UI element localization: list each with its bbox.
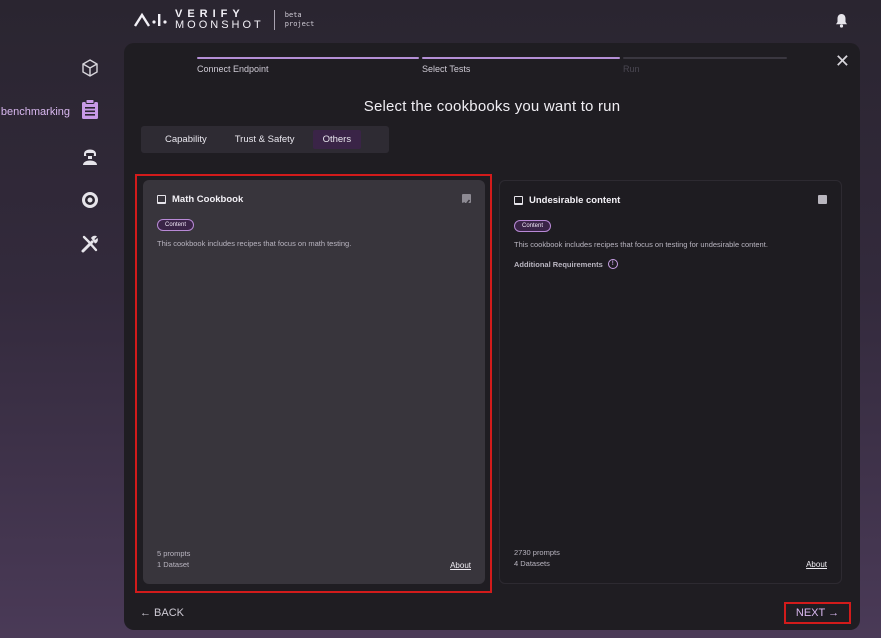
logo-project-text: project xyxy=(284,20,315,28)
cookbook-title: Undesirable content xyxy=(529,195,621,206)
sidebar-item-utilities[interactable] xyxy=(0,234,100,259)
tab-others[interactable]: Others xyxy=(312,130,362,149)
logo-moonshot-text: MOONSHOT xyxy=(175,19,264,31)
page-title: Select the cookbooks you want to run xyxy=(363,98,621,115)
sidebar-item-history[interactable] xyxy=(0,190,100,215)
back-button[interactable]: ← BACK xyxy=(140,607,184,619)
sidebar-item-benchmarking[interactable]: benchmarking xyxy=(0,98,100,125)
tab-trust-safety[interactable]: Trust & Safety xyxy=(225,130,305,149)
next-highlight xyxy=(784,602,851,624)
logo-mark xyxy=(133,12,169,28)
sidebar-item-label: benchmarking xyxy=(0,105,70,118)
selection-highlight xyxy=(135,174,492,593)
bell-icon[interactable] xyxy=(835,13,848,33)
tools-icon xyxy=(80,234,100,259)
book-icon xyxy=(514,196,523,205)
sidebar-item-endpoints[interactable] xyxy=(0,58,100,83)
step-label: Select Tests xyxy=(422,64,471,74)
about-link[interactable]: About xyxy=(806,560,827,569)
category-tag: Content xyxy=(514,220,552,232)
info-icon[interactable]: ! xyxy=(607,259,618,269)
top-bar: VERIFY MOONSHOT beta project xyxy=(0,0,881,40)
step-label: Run xyxy=(623,64,640,74)
step-select-tests: Select Tests xyxy=(422,57,620,74)
clipboard-icon xyxy=(80,98,100,125)
cookbook-category-tabs: Capability Trust & Safety Others xyxy=(141,126,389,153)
wizard-panel: ✕ Connect Endpoint Select Tests Run Sele… xyxy=(124,43,860,630)
wizard-progress: Connect Endpoint Select Tests Run xyxy=(197,57,787,77)
agent-icon xyxy=(80,144,100,171)
dataset-count: 4 Datasets xyxy=(514,559,550,568)
cookbook-card-undesirable-content[interactable]: Undesirable content Content This cookboo… xyxy=(499,180,842,584)
tab-capability[interactable]: Capability xyxy=(155,130,217,149)
step-label: Connect Endpoint xyxy=(197,64,269,74)
step-run: Run xyxy=(623,57,787,74)
cube-icon xyxy=(80,58,100,83)
target-icon xyxy=(80,190,100,215)
app-logo: VERIFY MOONSHOT beta project xyxy=(133,9,314,31)
logo-beta-text: beta xyxy=(284,11,302,19)
additional-requirements-label: Additional Requirements xyxy=(514,259,603,269)
sidebar-item-red-teaming[interactable] xyxy=(0,144,100,171)
prompt-count: 2730 prompts xyxy=(514,548,560,557)
step-connect-endpoint: Connect Endpoint xyxy=(197,57,419,74)
additional-requirements[interactable]: Additional Requirements ! xyxy=(514,259,827,269)
cookbook-description: This cookbook includes recipes that focu… xyxy=(514,240,768,249)
cookbook-checkbox[interactable] xyxy=(818,195,827,204)
close-icon[interactable]: ✕ xyxy=(835,52,850,70)
logo-divider xyxy=(273,10,275,30)
